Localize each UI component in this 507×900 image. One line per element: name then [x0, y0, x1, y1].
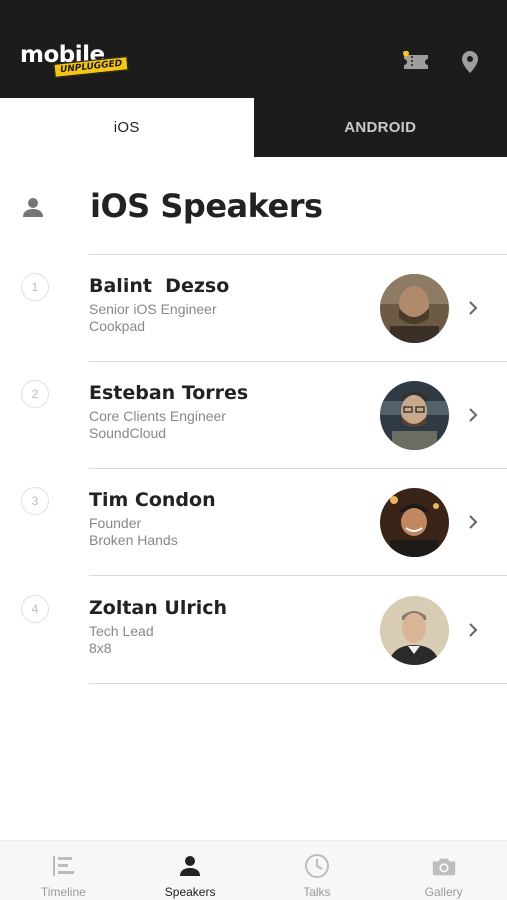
nav-timeline[interactable]: Timeline: [0, 841, 127, 900]
speaker-role: Core Clients Engineer: [89, 408, 226, 424]
speaker-row[interactable]: 3 Tim Condon Founder Broken Hands: [0, 469, 507, 576]
person-icon: [177, 853, 203, 879]
bottom-nav: Timeline Speakers Talks Gallery: [0, 840, 507, 900]
speaker-company: 8x8: [89, 640, 112, 656]
camera-icon: [431, 853, 457, 879]
speaker-company: SoundCloud: [89, 425, 167, 441]
speaker-avatar: [380, 274, 449, 343]
nav-talks[interactable]: Talks: [254, 841, 381, 900]
nav-timeline-label: Timeline: [40, 885, 86, 899]
speaker-company: Cookpad: [89, 318, 146, 334]
speaker-role: Tech Lead: [89, 623, 154, 639]
person-icon: [20, 195, 46, 221]
nav-speakers[interactable]: Speakers: [127, 841, 254, 900]
divider: [89, 575, 507, 576]
speaker-row[interactable]: 2 Esteban Torres Core Clients Engineer S…: [0, 362, 507, 469]
tab-ios[interactable]: iOS: [0, 98, 254, 157]
divider: [89, 683, 507, 684]
speaker-row[interactable]: 4 Zoltan Ulrich Tech Lead 8x8: [0, 577, 507, 684]
tab-android[interactable]: ANDROID: [253, 98, 507, 157]
chevron-right-icon: [469, 623, 478, 637]
speaker-name: Esteban Torres: [89, 382, 249, 404]
nav-gallery[interactable]: Gallery: [380, 841, 507, 900]
ticket-icon[interactable]: [402, 50, 430, 74]
nav-talks-label: Talks: [303, 885, 331, 899]
chevron-right-icon: [469, 301, 478, 315]
speaker-number: 1: [21, 273, 49, 301]
speaker-role: Senior iOS Engineer: [89, 301, 217, 317]
speaker-avatar: [380, 488, 449, 557]
page-title: iOS Speakers: [90, 187, 323, 225]
app-logo: mobile UNPLUGGED: [20, 42, 129, 78]
speaker-role: Founder: [89, 515, 142, 531]
chevron-right-icon: [469, 515, 478, 529]
speaker-number: 4: [21, 595, 49, 623]
section-header: iOS Speakers: [0, 175, 507, 255]
nav-speakers-label: Speakers: [164, 885, 216, 899]
speaker-avatar: [380, 381, 449, 450]
nav-gallery-label: Gallery: [424, 885, 463, 899]
speaker-name: Balint Dezso: [89, 275, 230, 297]
timeline-icon: [50, 853, 76, 879]
speaker-number: 2: [21, 380, 49, 408]
app-header: mobile UNPLUGGED: [0, 0, 507, 98]
speaker-name: Tim Condon: [89, 489, 216, 511]
speaker-avatar: [380, 596, 449, 665]
speaker-number: 3: [21, 487, 49, 515]
location-pin-icon[interactable]: [456, 50, 484, 74]
speaker-row[interactable]: 1 Balint Dezso Senior iOS Engineer Cookp…: [0, 255, 507, 362]
platform-tabs: iOS ANDROID: [0, 98, 507, 157]
clock-icon: [304, 853, 330, 879]
speaker-name: Zoltan Ulrich: [89, 597, 228, 619]
speaker-company: Broken Hands: [89, 532, 178, 548]
chevron-right-icon: [469, 408, 478, 422]
